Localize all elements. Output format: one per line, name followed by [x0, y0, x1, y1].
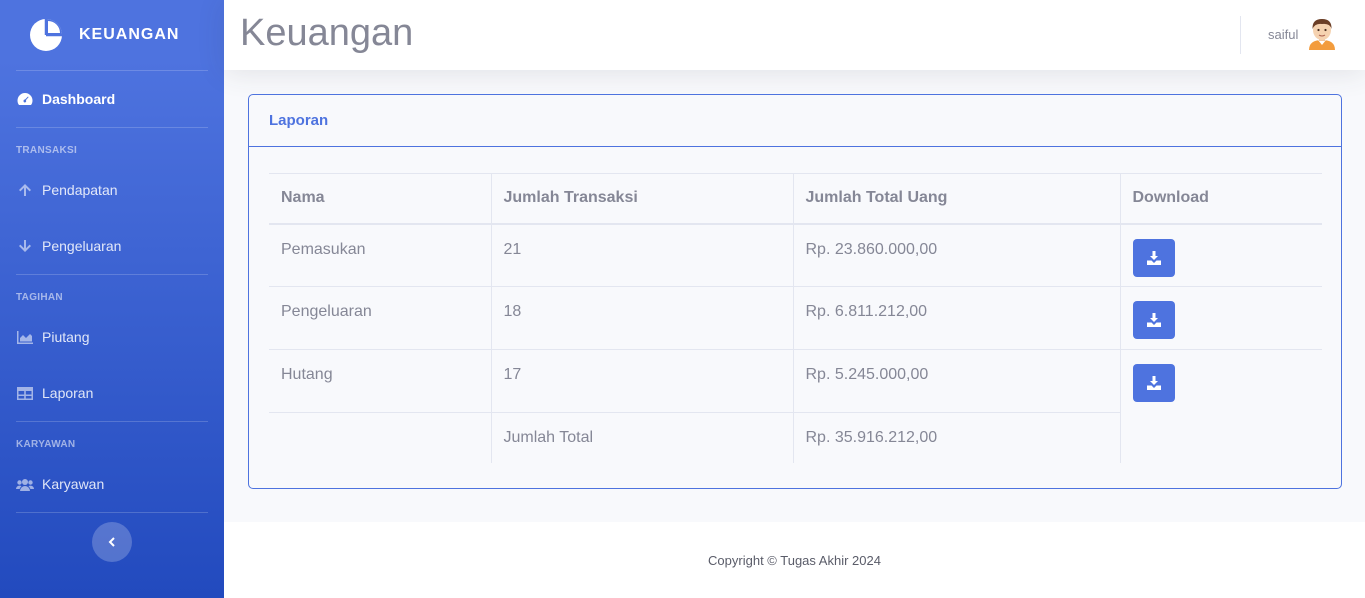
arrow-up-icon	[16, 183, 34, 197]
brand-name: KEUANGAN	[79, 26, 180, 43]
download-icon	[1146, 250, 1161, 265]
cell-download	[1119, 223, 1322, 287]
download-button[interactable]	[1132, 238, 1175, 277]
cell-total: Rp. 6.811.212,00	[792, 286, 1120, 350]
sidebar-divider	[16, 127, 208, 128]
sidebar-divider	[16, 512, 208, 513]
sidebar-heading-karyawan: KARYAWAN	[16, 439, 76, 450]
cell-empty	[1119, 412, 1322, 463]
table-header-row: Nama Jumlah Transaksi Jumlah Total Uang …	[269, 173, 1322, 225]
sidebar-item-label: Laporan	[42, 385, 94, 401]
table-row: Pengeluaran 18 Rp. 6.811.212,00	[269, 286, 1322, 350]
table-icon	[16, 386, 34, 400]
sidebar-brand[interactable]: KEUANGAN	[0, 0, 224, 70]
footer: Copyright © Tugas Akhir 2024	[224, 522, 1365, 598]
sidebar-item-label: Pendapatan	[42, 182, 118, 198]
area-chart-icon	[16, 330, 34, 344]
sidebar-item-label: Pengeluaran	[42, 238, 122, 254]
sidebar-item-label: Dashboard	[42, 91, 116, 107]
sidebar-divider	[16, 421, 208, 422]
download-icon	[1146, 313, 1161, 327]
cell-jumlah: 17	[490, 349, 793, 413]
total-label: Jumlah Total	[490, 412, 793, 463]
sidebar-toggle-button[interactable]	[92, 522, 132, 562]
arrow-down-icon	[16, 239, 34, 253]
user-name[interactable]: saiful	[1268, 27, 1298, 42]
cell-nama: Pengeluaran	[269, 286, 491, 350]
chevron-left-icon	[108, 537, 115, 547]
sidebar-item-pengeluaran[interactable]: Pengeluaran	[0, 218, 224, 274]
sidebar-item-label: Karyawan	[42, 476, 105, 492]
sidebar-divider	[16, 274, 208, 275]
sidebar-item-dashboard[interactable]: Dashboard	[0, 71, 224, 127]
avatar[interactable]	[1306, 16, 1338, 50]
tachometer-icon	[16, 92, 34, 106]
copyright-text: Copyright © Tugas Akhir 2024	[708, 552, 881, 568]
sidebar-item-laporan[interactable]: Laporan	[0, 365, 224, 421]
card-header: Laporan	[249, 95, 1341, 147]
column-header-download: Download	[1119, 173, 1322, 225]
page-title: Keuangan	[240, 12, 414, 54]
download-icon	[1146, 376, 1161, 390]
sidebar-item-label: Piutang	[42, 329, 90, 345]
sidebar-item-piutang[interactable]: Piutang	[0, 309, 224, 365]
cell-nama: Hutang	[269, 349, 491, 413]
sidebar-item-pendapatan[interactable]: Pendapatan	[0, 162, 224, 218]
users-icon	[16, 477, 34, 491]
cell-total: Rp. 23.860.000,00	[792, 223, 1120, 287]
total-value: Rp. 35.916.212,00	[792, 412, 1120, 463]
table-row: Pemasukan 21 Rp. 23.860.000,00	[269, 223, 1322, 287]
cell-empty	[269, 412, 491, 463]
column-header-jumlah-transaksi: Jumlah Transaksi	[490, 173, 793, 225]
topbar-divider	[1240, 16, 1241, 54]
download-button[interactable]	[1132, 301, 1175, 339]
card-title: Laporan	[269, 112, 329, 129]
cell-download	[1119, 349, 1322, 413]
download-button[interactable]	[1132, 364, 1175, 402]
column-header-nama: Nama	[269, 173, 491, 225]
sidebar-heading-tagihan: TAGIHAN	[16, 292, 63, 303]
cell-nama: Pemasukan	[269, 223, 491, 287]
cell-jumlah: 18	[490, 286, 793, 350]
cell-total: Rp. 5.245.000,00	[792, 349, 1120, 413]
topbar: Keuangan saiful	[224, 0, 1365, 70]
total-row: Jumlah Total Rp. 35.916.212,00	[269, 412, 1322, 463]
sidebar: KEUANGAN Dashboard TRANSAKSI Pendapatan …	[0, 0, 224, 598]
sidebar-item-karyawan[interactable]: Karyawan	[0, 456, 224, 512]
report-table: Nama Jumlah Transaksi Jumlah Total Uang …	[269, 173, 1322, 463]
cell-download	[1119, 286, 1322, 350]
pie-chart-icon	[30, 19, 62, 51]
report-card: Laporan Nama Jumlah Transaksi Jumlah Tot…	[248, 94, 1342, 489]
table-row: Hutang 17 Rp. 5.245.000,00	[269, 349, 1322, 413]
sidebar-heading-transaksi: TRANSAKSI	[16, 145, 78, 156]
cell-jumlah: 21	[490, 223, 793, 287]
column-header-jumlah-total-uang: Jumlah Total Uang	[792, 173, 1120, 225]
